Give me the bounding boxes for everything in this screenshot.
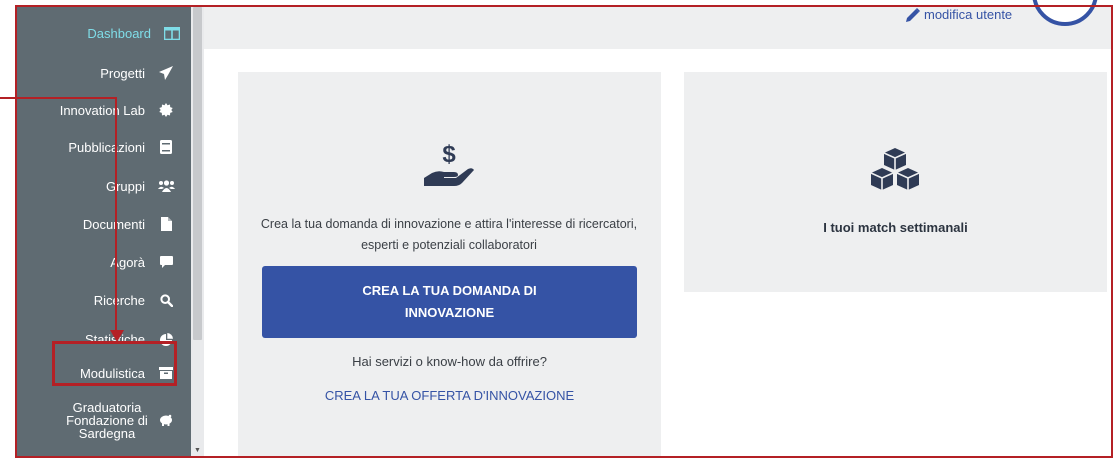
piggy-bank-icon xyxy=(157,414,175,426)
create-innovation-offer-link[interactable]: CREA LA TUA OFFERTA D'INNOVAZIONE xyxy=(238,388,661,403)
sidebar-item-documenti[interactable]: Documenti xyxy=(17,208,191,240)
sidebar-item-gruppi[interactable]: Gruppi xyxy=(17,170,191,202)
weekly-matches-title: I tuoi match settimanali xyxy=(823,220,968,235)
sidebar-item-agora[interactable]: Agorà xyxy=(17,246,191,278)
file-icon xyxy=(157,217,175,231)
scrollbar-thumb[interactable] xyxy=(193,7,202,340)
sidebar-item-label: Documenti xyxy=(82,216,145,232)
edit-user-link[interactable]: modifica utente xyxy=(906,7,1012,22)
paper-plane-icon xyxy=(157,66,175,80)
certificate-icon xyxy=(157,103,175,117)
offer-question: Hai servizi o know-how da offrire? xyxy=(352,354,547,369)
columns-icon xyxy=(163,26,181,40)
sidebar-item-modulistica[interactable]: Modulistica xyxy=(17,357,191,389)
hand-dollar-icon: $ xyxy=(418,140,480,195)
search-icon xyxy=(157,293,175,307)
sidebar-item-label: Ricerche xyxy=(93,292,145,308)
svg-text:$: $ xyxy=(442,141,456,168)
sidebar-item-progetti[interactable]: Progetti xyxy=(17,57,191,89)
pie-chart-icon xyxy=(157,332,175,346)
annotation-arrowhead xyxy=(110,330,124,342)
sidebar-item-label: Innovation Lab xyxy=(59,102,145,118)
users-icon xyxy=(157,180,175,192)
annotation-line-horizontal xyxy=(0,97,117,99)
pencil-icon xyxy=(906,7,920,22)
archive-icon xyxy=(157,367,175,379)
sidebar-item-label: Gruppi xyxy=(105,178,145,194)
sidebar-item-label: Agorà xyxy=(110,254,145,270)
sidebar-item-graduatoria[interactable]: Graduatoria Fondazione di Sardegna xyxy=(17,394,191,446)
sidebar-item-pubblicazioni[interactable]: Pubblicazioni xyxy=(17,131,191,163)
sidebar-item-label: Graduatoria Fondazione di Sardegna xyxy=(66,399,148,441)
sidebar-item-label: Modulistica xyxy=(79,365,145,381)
create-innovation-request-button[interactable]: CREA LA TUA DOMANDA DI INNOVAZIONE xyxy=(262,266,637,338)
sidebar-item-label: Dashboard xyxy=(87,25,151,41)
edit-user-label: modifica utente xyxy=(924,7,1013,22)
sidebar-item-statistiche[interactable]: Statistiche xyxy=(17,323,191,355)
sidebar-item-dashboard[interactable]: Dashboard xyxy=(17,17,191,49)
annotation-line-vertical xyxy=(115,97,117,331)
innovation-description: Crea la tua domanda di innovazione e att… xyxy=(260,217,638,252)
scroll-down-arrow-icon[interactable]: ▼ xyxy=(193,446,202,456)
sidebar: Dashboard Progetti Innovation Lab Pubbli… xyxy=(17,7,194,458)
book-icon xyxy=(157,140,175,154)
cubes-icon xyxy=(870,147,920,196)
sidebar-item-ricerche[interactable]: Ricerche xyxy=(17,284,191,316)
sidebar-item-label: Pubblicazioni xyxy=(68,139,145,155)
create-innovation-request-label: CREA LA TUA DOMANDA DI INNOVAZIONE xyxy=(362,283,537,320)
comment-icon xyxy=(157,255,175,269)
sidebar-item-label: Progetti xyxy=(100,65,145,81)
